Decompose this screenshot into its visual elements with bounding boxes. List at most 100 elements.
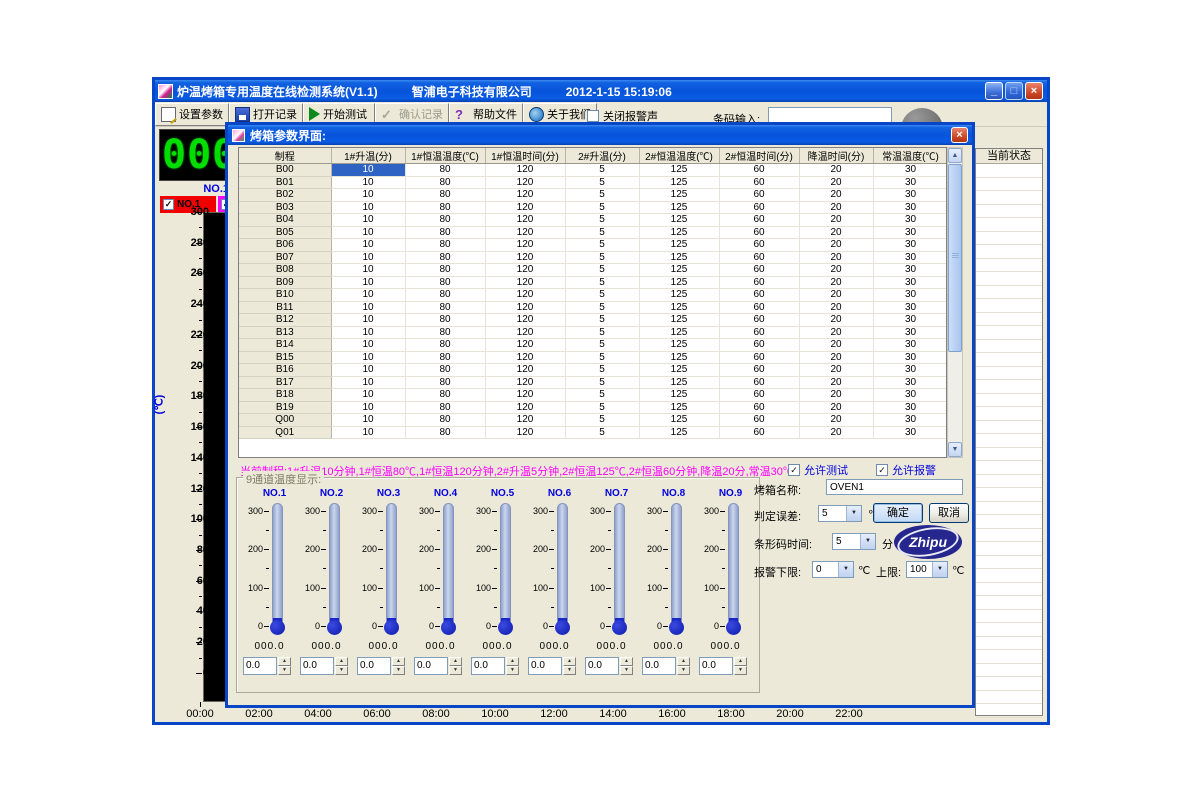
table-cell[interactable]: 60 [719,214,799,227]
status-list-row[interactable] [976,394,1042,408]
table-cell[interactable]: 80 [405,401,485,414]
status-list-row[interactable] [976,650,1042,664]
table-row-header[interactable]: B11 [239,301,331,314]
table-cell[interactable]: 20 [799,176,873,189]
table-cell[interactable]: 80 [405,351,485,364]
barcode-time-dropdown[interactable]: 5 ▼ [832,533,876,550]
table-cell[interactable]: 80 [405,201,485,214]
mute-alarm-checkbox-box[interactable] [587,110,599,122]
table-cell[interactable]: 120 [485,239,565,252]
table-cell[interactable]: 80 [405,164,485,177]
table-cell[interactable]: 10 [331,176,405,189]
channel-setpoint-spinner[interactable]: 0.0▲▼ [471,657,526,675]
status-list-row[interactable] [976,704,1042,718]
table-row-header[interactable]: B15 [239,351,331,364]
table-cell[interactable]: 60 [719,401,799,414]
status-list-row[interactable] [976,569,1042,583]
table-row-header[interactable]: B05 [239,226,331,239]
status-list-row[interactable] [976,637,1042,651]
table-cell[interactable]: 120 [485,364,565,377]
table-row-header[interactable]: B08 [239,264,331,277]
table-row-header[interactable]: B07 [239,251,331,264]
table-cell[interactable]: 120 [485,376,565,389]
table-cell[interactable]: 10 [331,401,405,414]
table-cell[interactable]: 80 [405,214,485,227]
close-button[interactable]: × [1025,82,1043,100]
table-cell[interactable]: 20 [799,189,873,202]
table-cell[interactable]: 20 [799,351,873,364]
table-cell[interactable]: 125 [639,289,719,302]
status-list-row[interactable] [976,191,1042,205]
table-column-header[interactable]: 降温时间(分) [799,148,873,164]
status-list-row[interactable] [976,515,1042,529]
status-list-row[interactable] [976,245,1042,259]
table-cell[interactable]: 30 [873,339,947,352]
table-column-header[interactable]: 2#升温(分) [565,148,639,164]
channel-setpoint-spinner[interactable]: 0.0▲▼ [585,657,640,675]
table-cell[interactable]: 125 [639,389,719,402]
table-cell[interactable]: 10 [331,364,405,377]
table-cell[interactable]: 5 [565,314,639,327]
table-cell[interactable]: 60 [719,376,799,389]
table-cell[interactable]: 80 [405,276,485,289]
scrollbar-up-arrow-icon[interactable]: ▲ [948,148,962,163]
channel-setpoint-spinner[interactable]: 0.0▲▼ [300,657,355,675]
channel-setpoint-spinner[interactable]: 0.0▲▼ [699,657,754,675]
table-row-header[interactable]: B06 [239,239,331,252]
table-cell[interactable]: 125 [639,376,719,389]
spinner-value[interactable]: 0.0 [528,657,562,675]
oven-name-input[interactable] [826,479,963,495]
table-cell[interactable]: 120 [485,414,565,427]
table-cell[interactable]: 30 [873,164,947,177]
status-list-row[interactable] [976,218,1042,232]
table-cell[interactable]: 10 [331,339,405,352]
alarm-high-dropdown-arrow-icon[interactable]: ▼ [932,562,947,577]
alarm-high-dropdown[interactable]: 100 ▼ [906,561,948,578]
table-cell[interactable]: 30 [873,426,947,439]
table-cell[interactable]: 5 [565,289,639,302]
table-cell[interactable]: 5 [565,239,639,252]
table-cell[interactable]: 80 [405,339,485,352]
table-cell[interactable]: 125 [639,301,719,314]
table-cell[interactable]: 60 [719,251,799,264]
table-cell[interactable]: 30 [873,414,947,427]
status-list-row[interactable] [976,313,1042,327]
table-cell[interactable]: 120 [485,189,565,202]
channel-setpoint-spinner[interactable]: 0.0▲▼ [357,657,412,675]
table-cell[interactable]: 80 [405,414,485,427]
table-column-header[interactable]: 1#升温(分) [331,148,405,164]
table-cell[interactable]: 10 [331,314,405,327]
status-list-row[interactable] [976,556,1042,570]
table-cell[interactable]: 20 [799,376,873,389]
table-cell[interactable]: 5 [565,276,639,289]
allow-test-checkbox-box[interactable]: ✓ [788,464,800,476]
minimize-button[interactable]: _ [985,82,1003,100]
table-cell[interactable]: 125 [639,264,719,277]
table-cell[interactable]: 5 [565,351,639,364]
status-list-row[interactable] [976,340,1042,354]
spinner-up-arrow-icon[interactable]: ▲ [506,657,519,666]
table-cell[interactable]: 30 [873,176,947,189]
table-cell[interactable]: 20 [799,164,873,177]
status-list-row[interactable] [976,691,1042,705]
maximize-button[interactable]: □ [1005,82,1023,100]
table-row-header[interactable]: B14 [239,339,331,352]
spinner-up-arrow-icon[interactable]: ▲ [734,657,747,666]
table-cell[interactable]: 80 [405,326,485,339]
table-row-header[interactable]: B01 [239,176,331,189]
table-cell[interactable]: 30 [873,326,947,339]
table-cell[interactable]: 30 [873,389,947,402]
table-cell[interactable]: 30 [873,301,947,314]
allow-alarm-checkbox[interactable]: ✓ 允许报警 [876,462,936,478]
spinner-down-arrow-icon[interactable]: ▼ [506,666,519,675]
table-cell[interactable]: 60 [719,364,799,377]
table-cell[interactable]: 60 [719,276,799,289]
table-cell[interactable]: 5 [565,176,639,189]
table-cell[interactable]: 5 [565,189,639,202]
table-cell[interactable]: 80 [405,176,485,189]
main-titlebar[interactable]: 炉温烤箱专用温度在线检测系统(V1.1)智浦电子科技有限公司2012-1-15 … [155,80,1047,102]
table-cell[interactable]: 5 [565,426,639,439]
table-cell[interactable]: 120 [485,264,565,277]
table-column-header[interactable]: 1#恒温时间(分) [485,148,565,164]
table-cell[interactable]: 5 [565,226,639,239]
